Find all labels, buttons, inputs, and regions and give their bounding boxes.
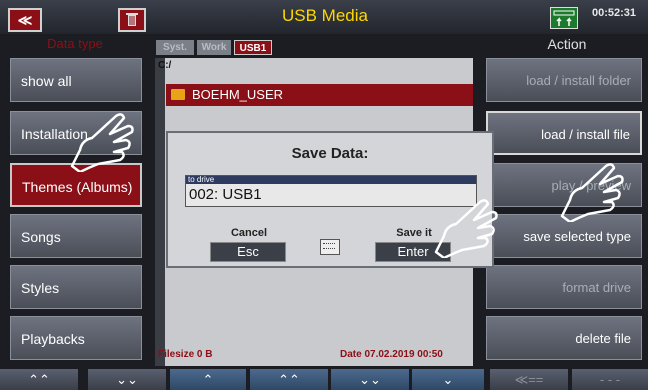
empty-button[interactable]: - - - xyxy=(572,369,648,390)
cancel-label: Cancel xyxy=(230,227,268,239)
list-item[interactable]: BOEHM_USER xyxy=(166,84,473,106)
action-header: Action xyxy=(547,36,587,52)
pointing-hand-icon xyxy=(560,163,624,222)
tab-usb1[interactable]: USB1 xyxy=(234,40,272,55)
filesize-text: Filesize 0 B xyxy=(158,349,213,360)
load-install-folder-button[interactable]: load / install folder xyxy=(486,58,642,102)
page-title: USB Media xyxy=(282,6,368,25)
pointing-hand-icon xyxy=(434,199,498,258)
scrollbar[interactable] xyxy=(155,58,165,366)
tab-system[interactable]: Syst. xyxy=(156,40,194,55)
back-arrow-button[interactable]: ≪== xyxy=(490,369,568,390)
field-value: 002: USB1 xyxy=(189,186,262,203)
page-up-button[interactable]: ⌃⌃ xyxy=(250,369,328,390)
page-top-button[interactable]: ⌃ xyxy=(170,369,246,390)
delete-file-button[interactable]: delete file xyxy=(486,316,642,360)
folder-icon xyxy=(171,89,185,100)
data-type-songs[interactable]: Songs xyxy=(10,214,142,258)
back-button[interactable]: ≪ xyxy=(8,8,42,32)
current-path: C:/ xyxy=(158,60,172,71)
folder-name: BOEHM_USER xyxy=(192,87,284,102)
tab-work[interactable]: Work xyxy=(197,40,231,55)
pointing-hand-icon xyxy=(70,113,134,172)
data-type-header: Data type xyxy=(47,36,103,51)
page-down-button[interactable]: ⌄⌄ xyxy=(331,369,409,390)
trash-icon xyxy=(126,13,138,26)
scroll-down-button[interactable]: ⌄ xyxy=(412,369,484,390)
clock: 00:52:31 xyxy=(592,7,637,19)
format-drive-button[interactable]: format drive xyxy=(486,265,642,309)
trash-button[interactable] xyxy=(118,8,146,32)
load-install-file-button[interactable]: load / install file xyxy=(486,111,642,155)
dialog-title: Save Data: xyxy=(291,145,369,162)
cancel-button[interactable]: Esc xyxy=(210,242,286,262)
page-down-fast-button[interactable]: ⌄⌄ xyxy=(88,369,166,390)
usb-status-icon xyxy=(550,7,578,29)
page-up-fast-button[interactable]: ⌃⌃ xyxy=(0,369,78,390)
keyboard-icon[interactable] xyxy=(320,239,340,255)
data-type-show-all[interactable]: show all xyxy=(10,58,142,102)
file-status: Filesize 0 B Date 07.02.2019 00:50 xyxy=(158,349,470,360)
field-caption: to drive xyxy=(186,176,476,184)
date-text: Date 07.02.2019 00:50 xyxy=(340,349,443,360)
data-type-styles[interactable]: Styles xyxy=(10,265,142,309)
data-type-playbacks[interactable]: Playbacks xyxy=(10,316,142,360)
